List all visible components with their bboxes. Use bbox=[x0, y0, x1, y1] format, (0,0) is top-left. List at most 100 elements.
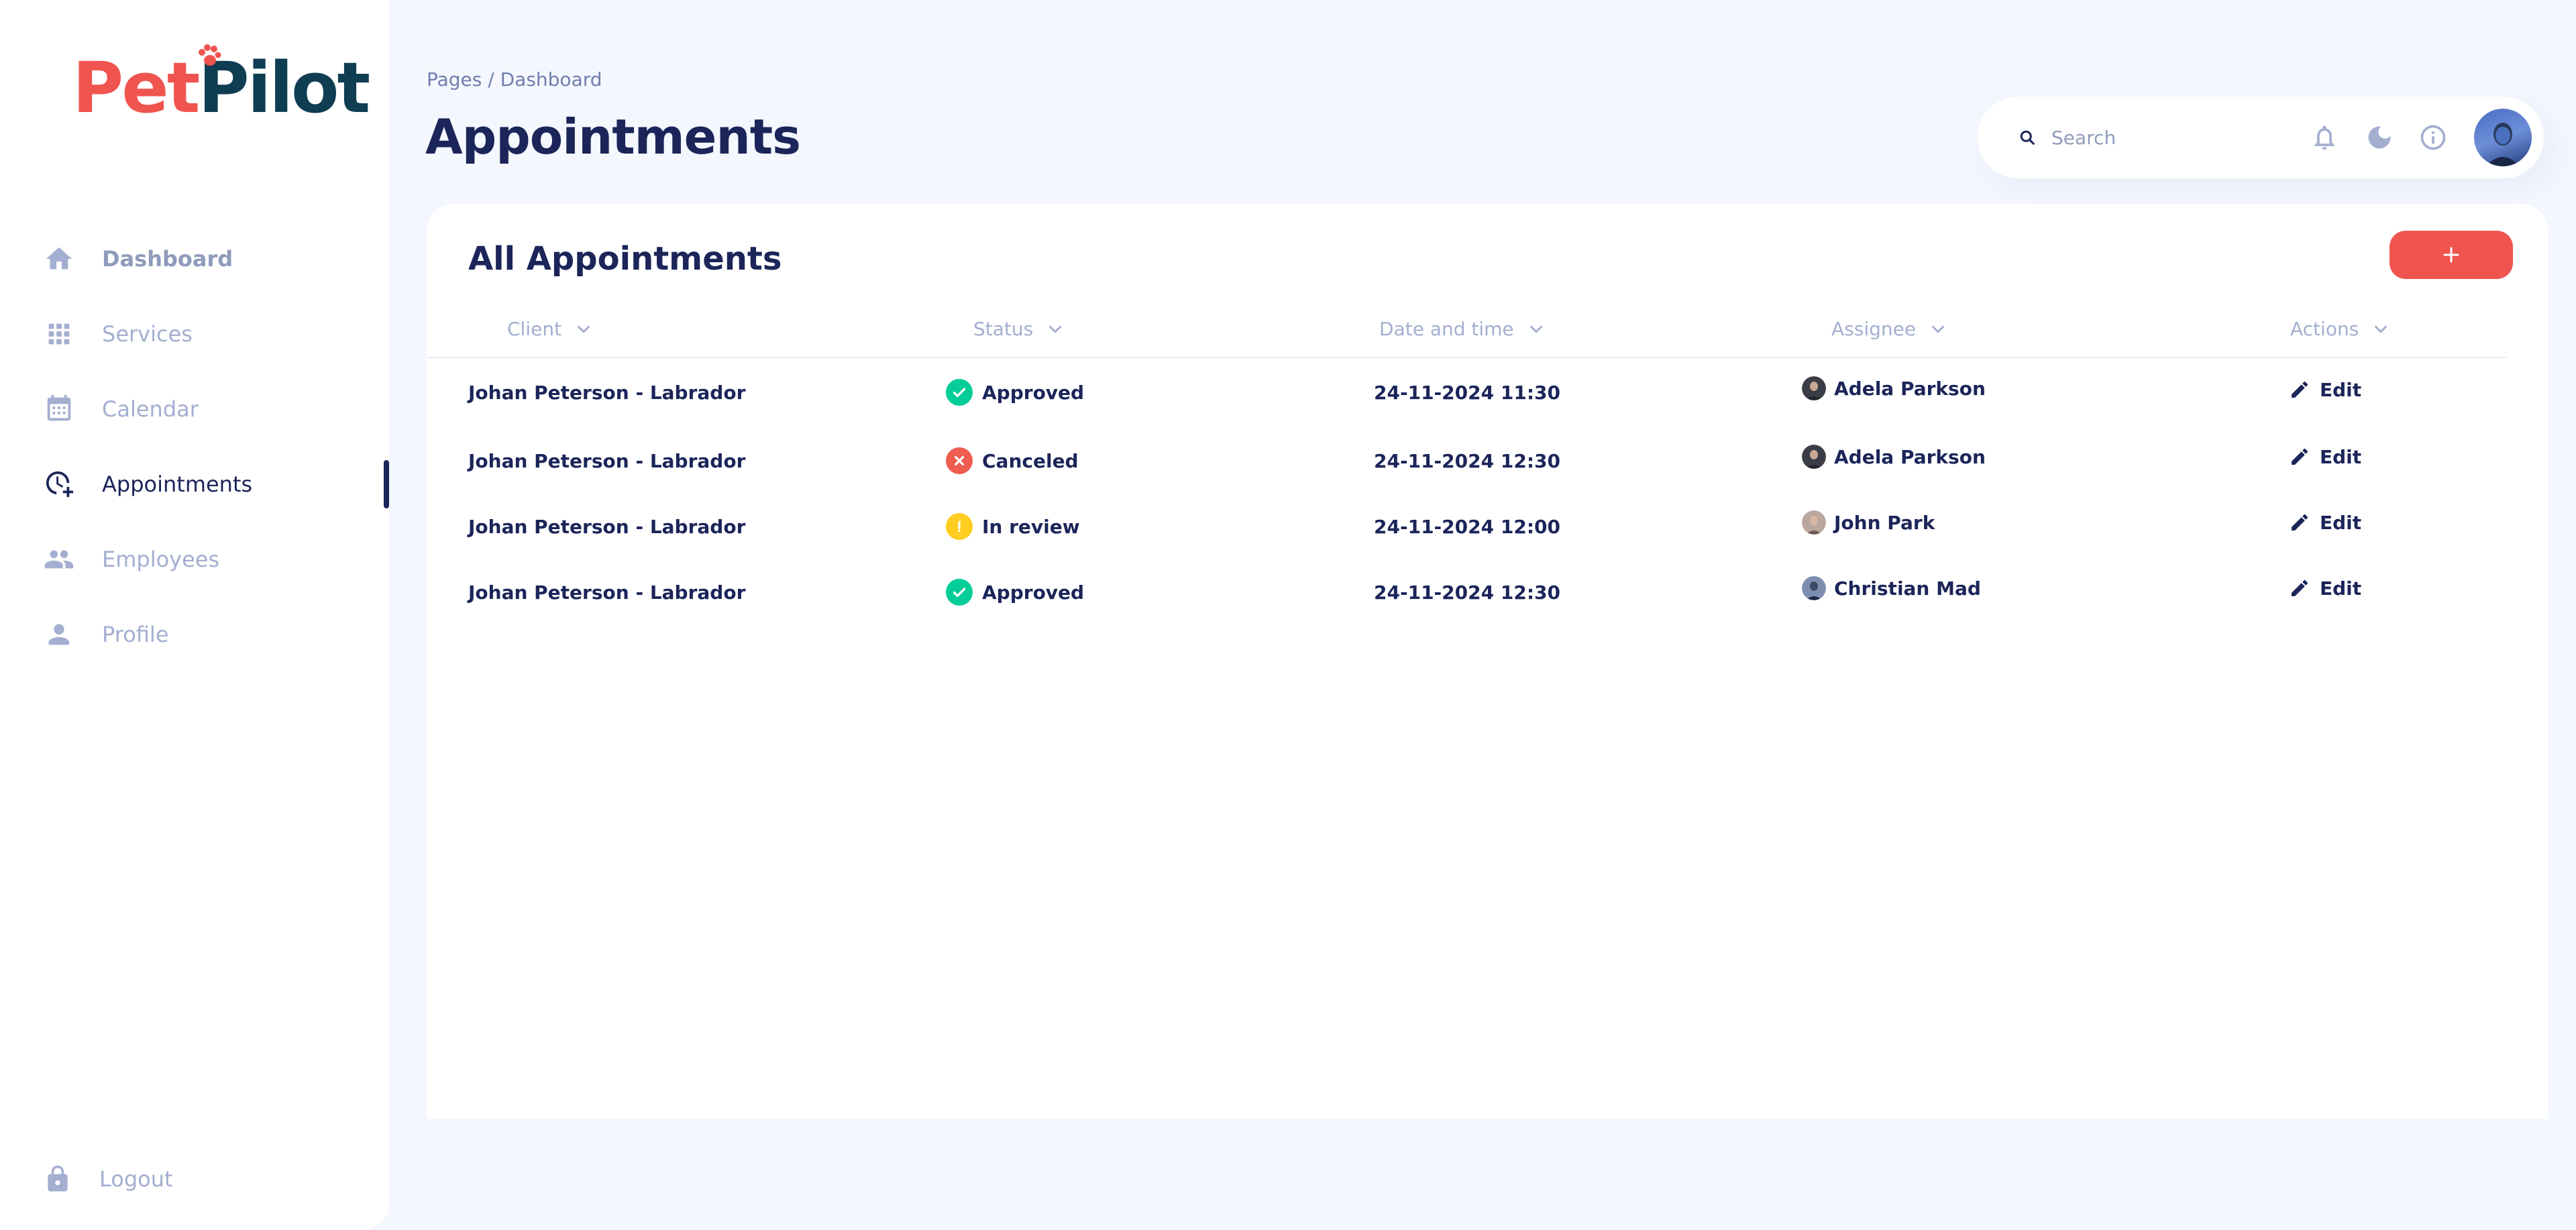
sidebar-item-label: Calendar bbox=[102, 396, 199, 422]
check-circle-icon bbox=[946, 579, 973, 606]
grid-icon bbox=[43, 318, 75, 350]
user-avatar[interactable] bbox=[2474, 109, 2532, 166]
search-icon bbox=[2020, 130, 2035, 145]
assignee-avatar bbox=[1802, 510, 1826, 535]
add-appointment-button[interactable] bbox=[2390, 231, 2513, 279]
edit-button[interactable]: Edit bbox=[2289, 357, 2361, 423]
column-header-actions[interactable]: Actions bbox=[2290, 318, 2391, 340]
client-cell: Johan Peterson - Labrador bbox=[468, 449, 746, 472]
appointments-card: All Appointments Client Status Date and … bbox=[427, 204, 2548, 1119]
sidebar-nav: Dashboard Services Calendar Appointments bbox=[0, 221, 389, 672]
datetime-cell: 24-11-2024 11:30 bbox=[1374, 381, 1560, 404]
sidebar-item-label: Appointments bbox=[102, 471, 253, 497]
lock-icon bbox=[48, 1165, 68, 1192]
table-header: Client Status Date and time Assignee Act… bbox=[427, 304, 2506, 358]
assignee-name: Adela Parkson bbox=[1834, 377, 1986, 400]
client-cell: Johan Peterson - Labrador bbox=[468, 515, 746, 538]
sidebar-item-services[interactable]: Services bbox=[0, 296, 389, 372]
breadcrumb[interactable]: Pages / Dashboard bbox=[427, 68, 602, 91]
page-title: Appointments bbox=[425, 109, 801, 165]
datetime-cell: 24-11-2024 12:30 bbox=[1374, 449, 1560, 472]
edit-label: Edit bbox=[2320, 577, 2362, 600]
column-label: Status bbox=[973, 318, 1034, 340]
chevron-down-icon bbox=[1529, 325, 1542, 333]
status-label: Approved bbox=[982, 581, 1085, 604]
alert-circle-icon bbox=[946, 513, 973, 540]
moon-icon[interactable] bbox=[2364, 122, 2395, 153]
x-circle-icon bbox=[946, 447, 973, 474]
card-title: All Appointments bbox=[468, 240, 782, 278]
column-header-client[interactable]: Client bbox=[507, 318, 594, 340]
person-icon bbox=[43, 618, 75, 651]
sidebar-item-calendar[interactable]: Calendar bbox=[0, 372, 389, 447]
topbar bbox=[1978, 97, 2544, 178]
brand-name-part2: Pilot bbox=[198, 47, 370, 129]
home-icon bbox=[43, 243, 75, 275]
client-cell: Johan Peterson - Labrador bbox=[468, 581, 746, 604]
assignee-name: John Park bbox=[1834, 511, 1935, 534]
table-row: Johan Peterson - Labrador Approved 24-11… bbox=[427, 559, 2506, 625]
edit-button[interactable]: Edit bbox=[2289, 555, 2361, 621]
edit-button[interactable]: Edit bbox=[2289, 490, 2361, 555]
status-cell: Approved bbox=[946, 559, 1084, 625]
search-input[interactable] bbox=[2051, 126, 2279, 149]
logout-button[interactable]: Logout bbox=[43, 1164, 173, 1194]
assignee-avatar bbox=[1802, 376, 1826, 400]
assignee-avatar bbox=[1802, 445, 1826, 469]
brand-logo[interactable]: Pet Pilot bbox=[72, 44, 370, 129]
datetime-cell: 24-11-2024 12:00 bbox=[1374, 515, 1560, 538]
chevron-down-icon bbox=[1932, 325, 1945, 333]
bell-icon[interactable] bbox=[2309, 122, 2340, 153]
sidebar-item-appointments[interactable]: Appointments bbox=[0, 447, 389, 522]
edit-button[interactable]: Edit bbox=[2289, 424, 2361, 490]
active-indicator bbox=[384, 460, 389, 508]
assignee-avatar bbox=[1802, 576, 1826, 600]
paw-icon bbox=[199, 44, 221, 66]
column-header-assignee[interactable]: Assignee bbox=[1831, 318, 1948, 340]
info-icon[interactable] bbox=[2418, 122, 2449, 153]
client-cell: Johan Peterson - Labrador bbox=[468, 381, 746, 404]
assignee-cell: Adela Parkson bbox=[1802, 355, 1986, 421]
assignee-cell: Adela Parkson bbox=[1802, 424, 1986, 490]
edit-label: Edit bbox=[2320, 445, 2362, 468]
column-label: Client bbox=[507, 318, 562, 340]
status-label: Approved bbox=[982, 381, 1085, 404]
sidebar-item-label: Services bbox=[102, 321, 193, 347]
sidebar: Pet Pilot Dashboard Services Calendar Ap… bbox=[0, 0, 389, 1230]
plus-icon bbox=[2443, 247, 2459, 263]
pencil-icon bbox=[2292, 514, 2308, 530]
chevron-down-icon bbox=[2375, 325, 2387, 333]
sidebar-item-profile[interactable]: Profile bbox=[0, 597, 389, 672]
sidebar-item-dashboard[interactable]: Dashboard bbox=[0, 221, 389, 296]
column-header-status[interactable]: Status bbox=[973, 318, 1065, 340]
datetime-cell: 24-11-2024 12:30 bbox=[1374, 581, 1560, 604]
status-label: In review bbox=[982, 515, 1080, 538]
calendar-icon bbox=[43, 393, 75, 425]
column-label: Actions bbox=[2290, 318, 2359, 340]
assignee-cell: John Park bbox=[1802, 490, 1935, 555]
pencil-icon bbox=[2292, 579, 2308, 596]
table-row: Johan Peterson - Labrador In review 24-1… bbox=[427, 494, 2506, 559]
check-circle-icon bbox=[946, 379, 973, 406]
column-label: Date and time bbox=[1379, 318, 1514, 340]
column-label: Assignee bbox=[1831, 318, 1917, 340]
assignee-cell: Christian Mad bbox=[1802, 555, 1981, 621]
edit-label: Edit bbox=[2320, 378, 2362, 401]
people-icon bbox=[43, 543, 75, 575]
pencil-icon bbox=[2292, 448, 2308, 465]
table-row: Johan Peterson - Labrador Approved 24-11… bbox=[427, 359, 2506, 425]
status-label: Canceled bbox=[982, 449, 1079, 472]
sidebar-item-employees[interactable]: Employees bbox=[0, 522, 389, 597]
logout-label: Logout bbox=[99, 1166, 173, 1192]
chevron-down-icon bbox=[578, 325, 590, 333]
column-header-datetime[interactable]: Date and time bbox=[1379, 318, 1546, 340]
sidebar-item-label: Employees bbox=[102, 547, 220, 572]
brand-name-part1: Pet bbox=[72, 47, 200, 129]
sidebar-item-label: Profile bbox=[102, 622, 169, 647]
app: Pet Pilot Dashboard Services Calendar Ap… bbox=[0, 0, 2576, 1230]
status-cell: Canceled bbox=[946, 428, 1079, 494]
search-box[interactable] bbox=[1996, 111, 2285, 164]
assignee-name: Adela Parkson bbox=[1834, 445, 1986, 468]
clock-plus-icon bbox=[43, 468, 75, 500]
table-row: Johan Peterson - Labrador Canceled 24-11… bbox=[427, 428, 2506, 494]
